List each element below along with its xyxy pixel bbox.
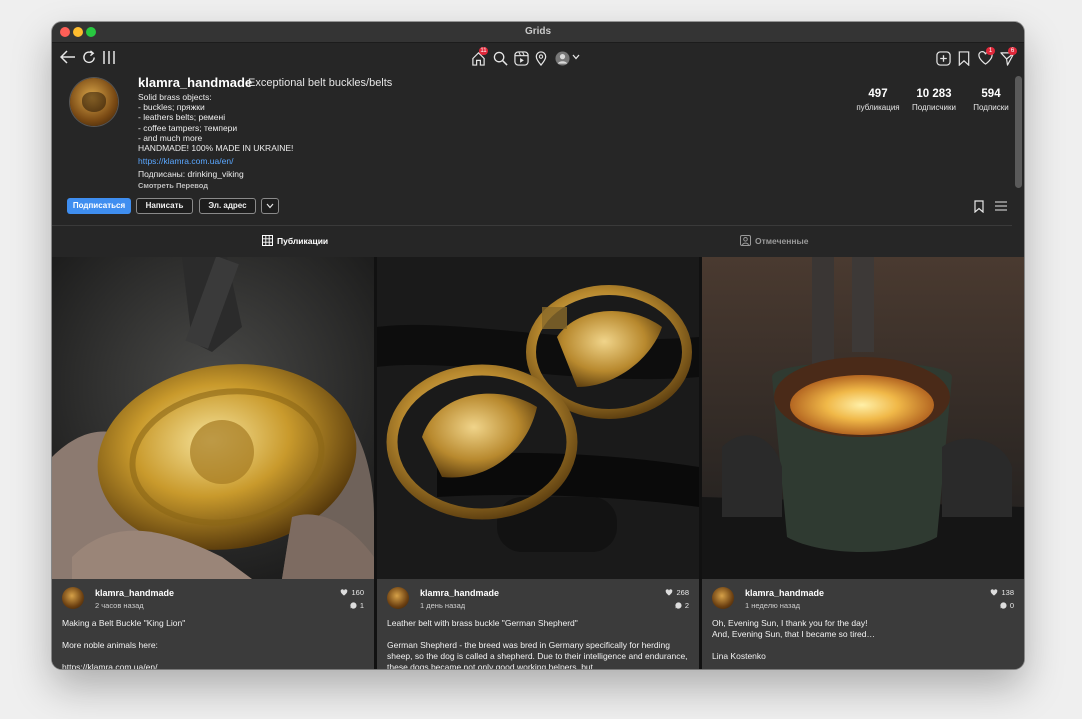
- saved-icon[interactable]: [957, 50, 971, 66]
- heart-icon: [341, 589, 348, 596]
- post-comments: 1: [350, 601, 364, 610]
- home-icon[interactable]: 11: [470, 47, 488, 66]
- post-likes-count: 160: [351, 588, 364, 597]
- stat-posts-number: 497: [868, 88, 888, 100]
- post-likes-count: 268: [676, 588, 689, 597]
- post-meta: klamra_handmade 1 неделю назад 138 0 Oh,…: [702, 579, 1024, 669]
- post-comments-count: 0: [1009, 601, 1014, 610]
- email-button[interactable]: Эл. адрес: [199, 198, 256, 214]
- stat-following[interactable]: 594 Подписки: [968, 88, 1014, 112]
- post-meta: klamra_handmade 2 часов назад 160 1 Maki…: [52, 579, 374, 669]
- post-image[interactable]: [702, 257, 1024, 579]
- profile-avatar[interactable]: [554, 50, 570, 66]
- home-notification-badge: 11: [479, 47, 488, 55]
- post-image[interactable]: [52, 257, 374, 579]
- post-author[interactable]: klamra_handmade: [95, 588, 174, 598]
- activity-heart-icon[interactable]: 1: [977, 47, 995, 66]
- followed-by[interactable]: Подписаны: drinking_viking: [138, 169, 244, 179]
- post-comments-count: 2: [684, 601, 689, 610]
- refresh-icon[interactable]: [81, 49, 97, 65]
- tab-posts-label: Публикации: [277, 235, 329, 246]
- toolbar: 11 1 6: [52, 43, 1024, 73]
- see-translation-link[interactable]: Смотреть Перевод: [138, 181, 208, 190]
- post-image[interactable]: [377, 257, 699, 579]
- profile-avatar-large[interactable]: [70, 78, 118, 126]
- post-likes: 138: [990, 588, 1014, 597]
- stat-following-number: 594: [981, 88, 1001, 100]
- profile-username: klamra_handmade: [138, 75, 253, 90]
- post-likes: 268: [665, 588, 689, 597]
- profile-tagline: Exceptional belt buckles/belts: [248, 77, 393, 89]
- more-options-button[interactable]: [261, 198, 279, 214]
- stat-followers-label: Подписчики: [911, 103, 956, 112]
- post-card[interactable]: klamra_handmade 1 неделю назад 138 0 Oh,…: [702, 257, 1024, 669]
- profile-link[interactable]: https://klamra.com.ua/en/: [138, 156, 233, 166]
- post-author-avatar[interactable]: [712, 587, 734, 609]
- post-time: 2 часов назад: [95, 601, 144, 610]
- tab-tagged[interactable]: Отмеченные: [740, 235, 809, 246]
- stat-followers[interactable]: 10 283 Подписчики: [908, 88, 960, 112]
- post-caption: Oh, Evening Sun, I thank you for the day…: [712, 618, 876, 661]
- post-time: 1 неделю назад: [745, 601, 801, 610]
- tagged-icon: [740, 235, 751, 246]
- post-time: 1 день назад: [420, 601, 466, 610]
- post-author-avatar[interactable]: [62, 587, 84, 609]
- stat-posts-label: публикация: [856, 103, 900, 112]
- direct-icon[interactable]: 6: [999, 47, 1017, 66]
- direct-badge: 6: [1008, 47, 1017, 55]
- post-comments-count: 1: [359, 601, 364, 610]
- heart-icon: [991, 589, 998, 596]
- menu-icon[interactable]: [994, 200, 1008, 212]
- stat-posts: 497 публикация: [852, 88, 904, 112]
- comment-icon: [350, 602, 357, 609]
- search-icon[interactable]: [492, 50, 508, 66]
- profile-tabs: Публикации Отмеченные: [52, 225, 1012, 258]
- post-caption: Making a Belt Buckle "King Lion" More no…: [62, 618, 186, 669]
- reels-icon[interactable]: [513, 50, 529, 66]
- post-author[interactable]: klamra_handmade: [745, 588, 824, 598]
- post-comments: 0: [1000, 601, 1014, 610]
- back-arrow-icon[interactable]: [60, 49, 76, 65]
- post-author-avatar[interactable]: [387, 587, 409, 609]
- post-likes-count: 138: [1001, 588, 1014, 597]
- post-caption: Leather belt with brass buckle "German S…: [387, 618, 688, 669]
- post-card[interactable]: klamra_handmade 2 часов назад 160 1 Maki…: [52, 257, 374, 669]
- comment-icon: [1000, 602, 1007, 609]
- window-title: Grids: [524, 26, 552, 37]
- activity-badge: 1: [986, 47, 995, 55]
- post-card[interactable]: klamra_handmade 1 день назад 268 2 Leath…: [377, 257, 699, 669]
- bookmark-icon[interactable]: [973, 199, 985, 213]
- location-icon[interactable]: [534, 50, 548, 66]
- heart-icon: [666, 589, 673, 596]
- app-window: Grids 11 1 6 klamra_handmade Exceptional…: [52, 22, 1024, 669]
- tab-posts[interactable]: Публикации: [262, 235, 328, 246]
- stat-following-label: Подписки: [973, 103, 1009, 112]
- comment-icon: [675, 602, 682, 609]
- stat-followers-number: 10 283: [916, 88, 952, 100]
- post-comments: 2: [675, 601, 689, 610]
- title-bar: Grids: [52, 22, 1024, 43]
- follow-button[interactable]: Подписаться: [67, 198, 131, 214]
- add-post-icon[interactable]: [935, 50, 951, 66]
- post-meta: klamra_handmade 1 день назад 268 2 Leath…: [377, 579, 699, 669]
- tab-tagged-label: Отмеченные: [755, 235, 809, 246]
- message-button[interactable]: Написать: [136, 198, 193, 214]
- grid-icon: [262, 235, 273, 246]
- scrollbar[interactable]: [1015, 76, 1022, 188]
- chevron-down-icon[interactable]: [571, 52, 581, 62]
- post-grid: klamra_handmade 2 часов назад 160 1 Maki…: [52, 257, 1024, 669]
- post-likes: 160: [340, 588, 364, 597]
- profile-bio: Solid brass objects: - buckles; пряжки -…: [138, 92, 294, 154]
- columns-icon[interactable]: [102, 49, 116, 65]
- post-author[interactable]: klamra_handmade: [420, 588, 499, 598]
